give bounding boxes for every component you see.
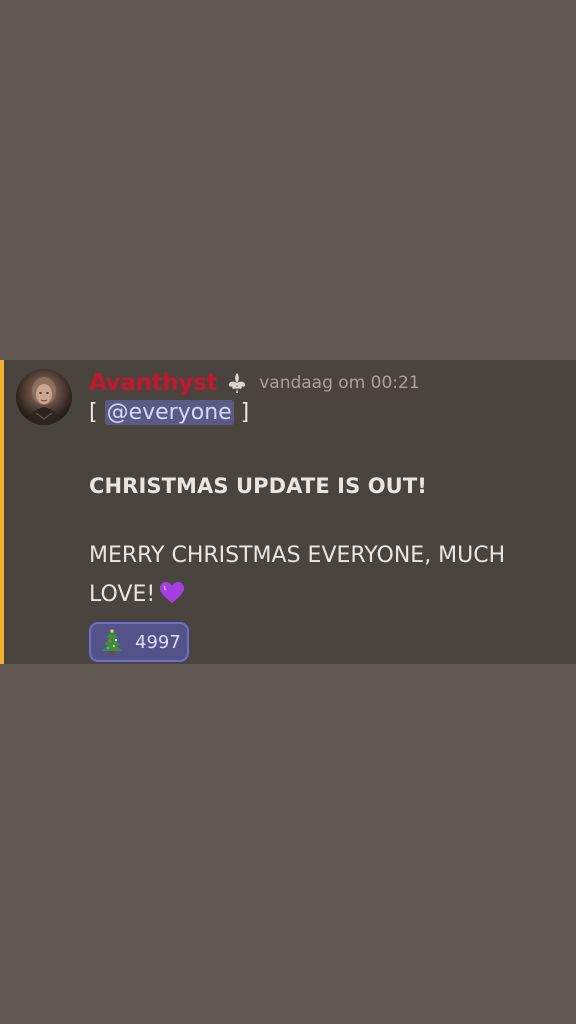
chat-message: Avanthyst vandaag om 00:21 [ @everyone ]… [0,360,576,664]
mention-line: [ @everyone ] [89,400,249,425]
reaction-count: 4997 [135,631,181,653]
bracket-close: ] [233,400,250,425]
christmas-tree-icon [101,629,123,655]
bracket-open: [ [89,400,105,425]
message-header: Avanthyst vandaag om 00:21 [89,368,420,398]
everyone-mention[interactable]: @everyone [104,400,234,425]
timestamp: vandaag om 00:21 [259,373,420,393]
purple-heart-icon [159,579,185,603]
message-headline: CHRISTMAS UPDATE IS OUT! [89,474,427,498]
avatar[interactable] [16,369,72,425]
fleur-de-lis-icon [225,371,249,395]
reaction-button[interactable]: 4997 [89,622,189,662]
message-body: MERRY CHRISTMAS EVERYONE, MUCH LOVE! [89,536,559,614]
username[interactable]: Avanthyst [89,370,218,396]
mention-highlight-bar [0,360,4,664]
message-body-text: MERRY CHRISTMAS EVERYONE, MUCH LOVE! [89,543,506,607]
